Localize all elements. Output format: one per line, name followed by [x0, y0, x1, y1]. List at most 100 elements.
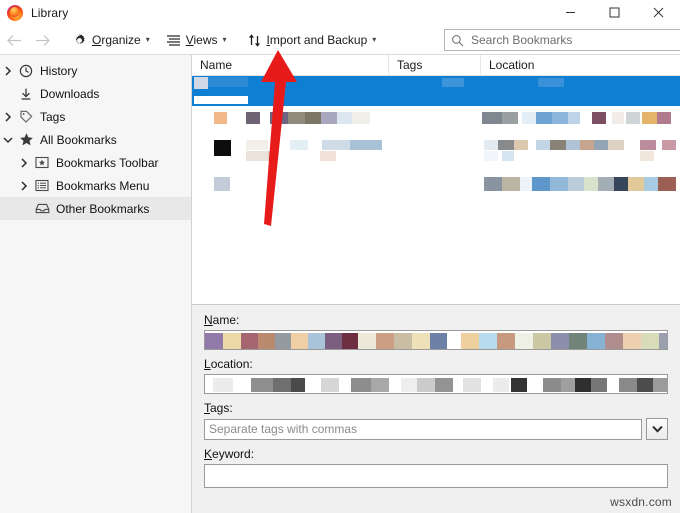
redacted-content	[659, 333, 667, 349]
redacted-content	[658, 177, 676, 191]
redacted-content	[214, 140, 231, 156]
redacted-content	[291, 378, 305, 392]
redacted-content	[463, 378, 481, 392]
chevron-right-icon[interactable]	[0, 65, 16, 76]
location-field[interactable]	[204, 374, 668, 394]
redacted-content	[502, 177, 520, 191]
tags-dropdown-button[interactable]	[646, 418, 668, 440]
table-row[interactable]	[192, 106, 680, 135]
firefox-logo-icon	[7, 4, 23, 21]
tags-field[interactable]	[204, 418, 642, 440]
bookmarks-menu-icon	[32, 179, 52, 192]
redacted-content	[662, 140, 676, 150]
name-field-label: Name:	[204, 313, 240, 327]
bookmarks-main-pane: Name Tags Location Name: Location: Tags:…	[192, 54, 680, 513]
table-row[interactable]	[192, 169, 680, 199]
back-arrow-icon[interactable]	[0, 27, 28, 53]
list-column-headers: Name Tags Location	[192, 54, 680, 76]
sidebar-item-other-bookmarks[interactable]: Other Bookmarks	[0, 197, 191, 220]
sidebar-item-label: Bookmarks Toolbar	[56, 155, 159, 170]
tags-input[interactable]	[205, 419, 641, 439]
redacted-content	[514, 140, 528, 150]
name-field[interactable]	[204, 330, 668, 350]
redacted-content	[394, 333, 412, 349]
sidebar-item-label: Downloads	[40, 86, 100, 101]
redacted-content	[498, 140, 514, 150]
title-bar: Library	[0, 0, 680, 26]
redacted-content	[194, 96, 248, 104]
search-bookmarks-box[interactable]	[444, 29, 680, 51]
redacted-content	[352, 112, 370, 124]
redacted-content	[533, 333, 551, 349]
redacted-content	[493, 378, 509, 392]
gear-icon	[72, 33, 87, 48]
redacted-content	[502, 112, 518, 124]
views-menu-button[interactable]: Views ▾	[160, 29, 233, 52]
redacted-content	[511, 378, 527, 392]
redacted-content	[308, 333, 325, 349]
organize-menu-button[interactable]: Organize ▾	[66, 29, 156, 52]
redacted-content	[273, 378, 291, 392]
redacted-content	[653, 378, 667, 392]
table-row[interactable]	[192, 76, 680, 106]
redacted-content	[484, 140, 498, 150]
redacted-content	[536, 112, 552, 124]
redacted-content	[592, 112, 606, 124]
redacted-content	[642, 112, 657, 124]
redacted-content	[251, 378, 273, 392]
sidebar-item-tags[interactable]: Tags	[0, 105, 191, 128]
column-header-location[interactable]: Location	[480, 54, 680, 76]
redacted-content	[551, 333, 569, 349]
redacted-content	[479, 333, 497, 349]
maximize-icon[interactable]	[592, 0, 636, 26]
redacted-content	[417, 378, 435, 392]
redacted-content	[598, 177, 614, 191]
table-row[interactable]	[192, 135, 680, 169]
sidebar-item-history[interactable]: History	[0, 59, 191, 82]
places-sidebar-tree[interactable]: History Downloads Tags All Bookmarks Boo…	[0, 55, 192, 513]
toolbar: Organize ▾ Views ▾ Import and Backup ▾ S…	[0, 26, 680, 55]
keyword-input[interactable]	[205, 465, 667, 487]
redacted-content	[223, 333, 241, 349]
bookmarks-list[interactable]	[192, 76, 680, 305]
forward-arrow-icon[interactable]	[28, 27, 56, 53]
redacted-content	[640, 140, 656, 150]
minimize-icon[interactable]	[548, 0, 592, 26]
sidebar-item-all-bookmarks[interactable]: All Bookmarks	[0, 128, 191, 151]
redacted-content	[587, 333, 605, 349]
redacted-content	[376, 333, 394, 349]
redacted-content	[568, 177, 584, 191]
sidebar-item-bookmarks-toolbar[interactable]: Bookmarks Toolbar	[0, 151, 191, 174]
redacted-content	[194, 77, 208, 89]
redacted-content	[484, 177, 502, 191]
redacted-content	[612, 112, 624, 124]
chevron-right-icon[interactable]	[0, 111, 16, 122]
chevron-down-icon[interactable]	[0, 136, 16, 144]
column-header-name[interactable]: Name	[192, 55, 388, 76]
sidebar-item-bookmarks-menu[interactable]: Bookmarks Menu	[0, 174, 191, 197]
sidebar-item-downloads[interactable]: Downloads	[0, 82, 191, 105]
redacted-content	[213, 378, 233, 392]
import-export-arrows-icon	[247, 33, 262, 48]
inbox-icon	[32, 202, 52, 215]
keyword-field[interactable]	[204, 464, 668, 488]
tags-field-group: Tags:	[204, 401, 668, 440]
star-icon	[16, 132, 36, 147]
column-header-tags[interactable]: Tags	[388, 54, 480, 76]
chevron-right-icon[interactable]	[16, 157, 32, 168]
content-area: History Downloads Tags All Bookmarks Boo…	[0, 54, 680, 513]
redacted-content	[641, 333, 659, 349]
redacted-content	[550, 177, 568, 191]
chevron-right-icon[interactable]	[16, 180, 32, 191]
search-input[interactable]	[469, 30, 680, 50]
redacted-content	[241, 333, 258, 349]
redacted-content	[552, 112, 568, 124]
import-and-backup-menu-button[interactable]: Import and Backup ▾	[241, 29, 383, 52]
redacted-content	[351, 378, 371, 392]
redacted-content	[614, 177, 628, 191]
redacted-content	[605, 333, 623, 349]
redacted-content	[350, 140, 382, 150]
close-icon[interactable]	[636, 0, 680, 26]
redacted-content	[461, 333, 479, 349]
redacted-content	[580, 140, 594, 150]
